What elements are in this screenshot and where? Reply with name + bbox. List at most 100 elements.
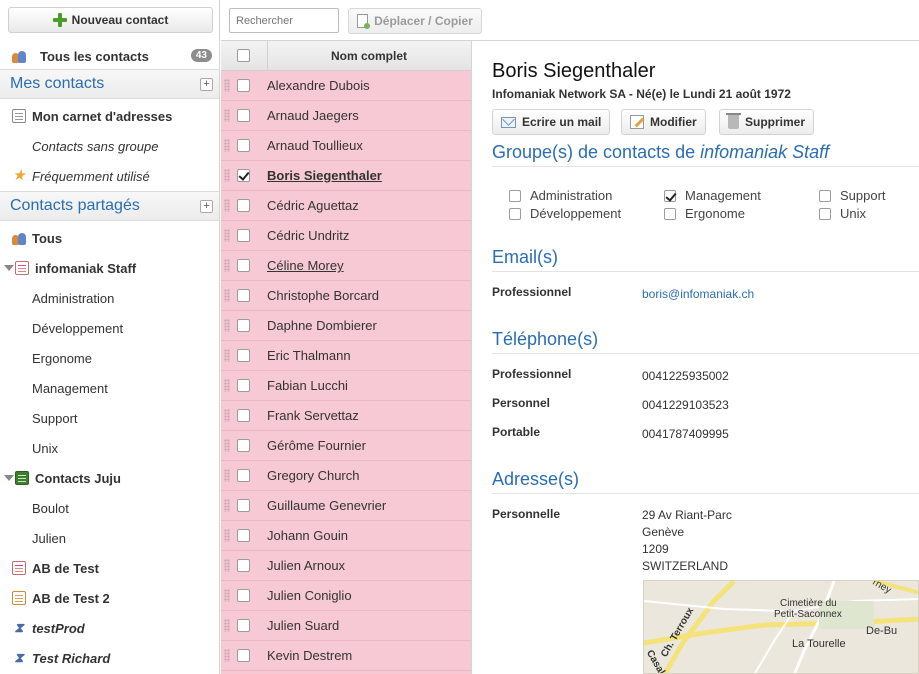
- contact-name-cell[interactable]: Arnaud Toullieux: [267, 138, 363, 153]
- drag-handle-icon[interactable]: [224, 649, 230, 662]
- sidebar-item-frequent[interactable]: ★ Fréquemment utilisé: [0, 161, 219, 191]
- contact-row[interactable]: Arnaud Toullieux: [221, 131, 471, 161]
- contact-name-cell[interactable]: Daphne Dombierer: [267, 318, 377, 333]
- contact-row[interactable]: Eric Thalmann: [221, 341, 471, 371]
- drag-handle-icon[interactable]: [224, 79, 230, 92]
- sidebar-group-item[interactable]: Administration: [0, 283, 219, 313]
- drag-handle-icon[interactable]: [224, 289, 230, 302]
- contact-checkbox[interactable]: [237, 199, 250, 212]
- sidebar-item-ab-de-test[interactable]: AB de Test: [0, 553, 219, 583]
- contact-row[interactable]: Kevin Destrem: [221, 641, 471, 671]
- collapse-triangle-icon[interactable]: [4, 475, 14, 481]
- add-address-book-button[interactable]: +: [200, 78, 213, 91]
- contact-name-cell[interactable]: Cédric Aguettaz: [267, 198, 359, 213]
- group-checkbox-administration[interactable]: Administration: [509, 188, 612, 203]
- group-checkbox-support[interactable]: Support: [819, 188, 886, 203]
- contact-row[interactable]: Johann Gouin: [221, 521, 471, 551]
- write-email-button[interactable]: Ecrire un mail: [492, 109, 611, 135]
- sidebar-group-item[interactable]: Unix: [0, 433, 219, 463]
- group-checkbox-management[interactable]: Management: [664, 188, 761, 203]
- contact-row[interactable]: Céline Morey: [221, 251, 471, 281]
- drag-handle-icon[interactable]: [224, 409, 230, 422]
- contact-name-cell[interactable]: Julien Coniglio: [267, 588, 352, 603]
- contact-checkbox[interactable]: [237, 139, 250, 152]
- contact-name-cell[interactable]: Christophe Borcard: [267, 288, 379, 303]
- group-checkbox-developpement[interactable]: Développement: [509, 206, 621, 221]
- sidebar-item-ungrouped[interactable]: Contacts sans groupe: [0, 131, 219, 161]
- contact-name-cell[interactable]: Boris Siegenthaler: [267, 168, 382, 183]
- sidebar-item-testprod[interactable]: ⧗ testProd: [0, 613, 219, 643]
- collapse-triangle-icon[interactable]: [4, 265, 14, 271]
- contact-row[interactable]: Julien Suard: [221, 611, 471, 641]
- move-copy-button[interactable]: Déplacer / Copier: [348, 8, 482, 34]
- add-shared-book-button[interactable]: +: [200, 200, 213, 213]
- group-checkbox-ergonome[interactable]: Ergonome: [664, 206, 745, 221]
- contact-name-cell[interactable]: Arnaud Jaegers: [267, 108, 359, 123]
- contact-name-cell[interactable]: Gregory Church: [267, 468, 359, 483]
- new-contact-button[interactable]: Nouveau contact: [8, 7, 213, 33]
- contact-row[interactable]: Fabian Lucchi: [221, 371, 471, 401]
- contact-name-cell[interactable]: Eric Thalmann: [267, 348, 351, 363]
- group-checkbox[interactable]: [509, 189, 521, 202]
- contact-checkbox[interactable]: [237, 319, 250, 332]
- contact-checkbox[interactable]: [237, 169, 250, 182]
- search-input[interactable]: [229, 8, 339, 33]
- contact-name-cell[interactable]: Guillaume Genevrier: [267, 498, 386, 513]
- contact-checkbox[interactable]: [237, 619, 250, 632]
- sidebar-item-shared-all[interactable]: Tous: [0, 223, 219, 253]
- drag-handle-icon[interactable]: [224, 199, 230, 212]
- drag-handle-icon[interactable]: [224, 559, 230, 572]
- column-header-full-name[interactable]: Nom complet: [267, 49, 471, 63]
- drag-handle-icon[interactable]: [224, 439, 230, 452]
- sidebar-group-item[interactable]: Ergonome: [0, 343, 219, 373]
- contact-checkbox[interactable]: [237, 409, 250, 422]
- select-all-checkbox[interactable]: [237, 49, 250, 62]
- contact-checkbox[interactable]: [237, 499, 250, 512]
- group-checkbox[interactable]: [664, 207, 676, 220]
- sidebar-group-item[interactable]: Développement: [0, 313, 219, 343]
- contact-row[interactable]: Guillaume Genevrier: [221, 491, 471, 521]
- contact-row[interactable]: Arnaud Jaegers: [221, 101, 471, 131]
- contact-checkbox[interactable]: [237, 589, 250, 602]
- contact-checkbox[interactable]: [237, 109, 250, 122]
- contact-name-cell[interactable]: Julien Suard: [267, 618, 339, 633]
- contact-name-cell[interactable]: Cédric Undritz: [267, 228, 349, 243]
- contact-checkbox[interactable]: [237, 379, 250, 392]
- drag-handle-icon[interactable]: [224, 259, 230, 272]
- group-checkbox-unix[interactable]: Unix: [819, 206, 866, 221]
- sidebar-item-ab-de-test-2[interactable]: AB de Test 2: [0, 583, 219, 613]
- sidebar-item-contacts-juju[interactable]: Contacts Juju: [0, 463, 219, 493]
- edit-button[interactable]: Modifier: [621, 109, 706, 135]
- contact-name-cell[interactable]: Alexandre Dubois: [267, 78, 370, 93]
- sidebar-group-item[interactable]: Management: [0, 373, 219, 403]
- group-checkbox[interactable]: [819, 207, 831, 220]
- group-checkbox[interactable]: [664, 189, 676, 202]
- delete-button[interactable]: Supprimer: [719, 109, 815, 135]
- sidebar-group-item[interactable]: Julien: [0, 523, 219, 553]
- drag-handle-icon[interactable]: [224, 619, 230, 632]
- email-link[interactable]: boris@infomaniak.ch: [642, 287, 754, 301]
- contact-row[interactable]: Boris Siegenthaler: [221, 161, 471, 191]
- contact-checkbox[interactable]: [237, 229, 250, 242]
- contact-row[interactable]: Cédric Aguettaz: [221, 191, 471, 221]
- sidebar-item-my-address-book[interactable]: Mon carnet d'adresses: [0, 101, 219, 131]
- contact-name-cell[interactable]: Frank Servettaz: [267, 408, 359, 423]
- contact-row[interactable]: Cédric Undritz: [221, 221, 471, 251]
- drag-handle-icon[interactable]: [224, 589, 230, 602]
- group-checkbox[interactable]: [819, 189, 831, 202]
- contact-checkbox[interactable]: [237, 649, 250, 662]
- drag-handle-icon[interactable]: [224, 139, 230, 152]
- contact-name-cell[interactable]: Gérôme Fournier: [267, 438, 366, 453]
- contact-checkbox[interactable]: [237, 289, 250, 302]
- sidebar-group-item[interactable]: Support: [0, 403, 219, 433]
- contact-checkbox[interactable]: [237, 559, 250, 572]
- contact-name-cell[interactable]: Fabian Lucchi: [267, 378, 348, 393]
- contact-checkbox[interactable]: [237, 439, 250, 452]
- contact-checkbox[interactable]: [237, 469, 250, 482]
- sidebar-item-infomaniak-staff[interactable]: infomaniak Staff: [0, 253, 219, 283]
- sidebar-item-test-richard[interactable]: ⧗ Test Richard: [0, 643, 219, 673]
- contact-checkbox[interactable]: [237, 349, 250, 362]
- contact-name-cell[interactable]: Johann Gouin: [267, 528, 348, 543]
- contact-name-cell[interactable]: Céline Morey: [267, 258, 344, 273]
- contact-row[interactable]: Daphne Dombierer: [221, 311, 471, 341]
